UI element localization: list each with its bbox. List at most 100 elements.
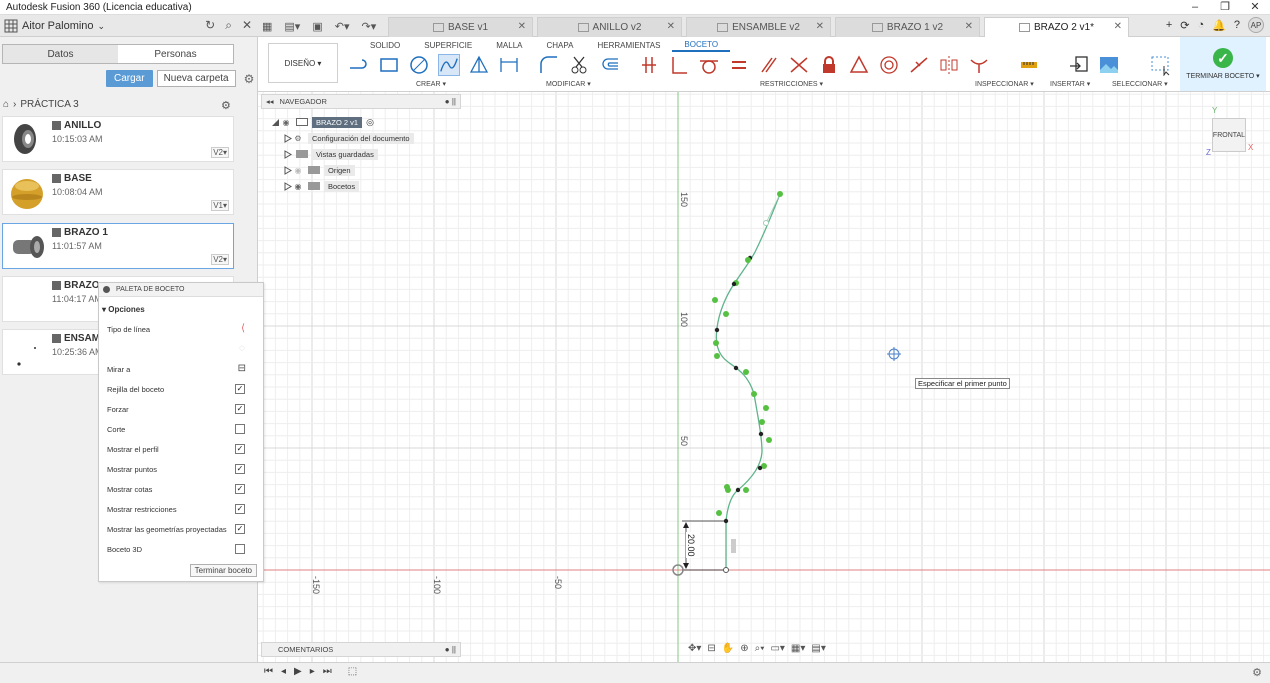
perpendicular-icon[interactable]	[668, 54, 690, 76]
look-at-icon[interactable]: ⊟	[238, 363, 246, 374]
dimension-tool-icon[interactable]	[498, 54, 520, 76]
file-icon[interactable]: ▤▾	[284, 20, 300, 33]
spline-point[interactable]	[716, 510, 722, 516]
redo-icon[interactable]: ↷▾	[361, 20, 376, 33]
equal-icon[interactable]	[728, 54, 750, 76]
search-icon[interactable]: ⌕	[225, 18, 232, 33]
spline-point[interactable]	[745, 257, 751, 263]
close-tab-icon[interactable]: ✕	[816, 21, 824, 32]
spline-point[interactable]	[758, 431, 764, 437]
radio-icon[interactable]: ◎	[366, 117, 374, 128]
spline-point[interactable]	[731, 281, 737, 287]
tree-node-origin[interactable]: ◉ Origen	[271, 162, 414, 178]
upload-button[interactable]: Cargar	[106, 70, 153, 87]
spline-point[interactable]	[723, 518, 729, 524]
spline-tool-icon[interactable]	[438, 54, 460, 76]
handle-point[interactable]	[763, 220, 769, 226]
spline-point[interactable]	[714, 327, 720, 333]
version-badge[interactable]: V2▾	[211, 147, 229, 158]
tab-herramientas[interactable]: HERRAMIENTAS	[585, 39, 672, 52]
pin-icon[interactable]: ● ||	[445, 97, 456, 106]
midpoint-icon[interactable]	[908, 54, 930, 76]
option-show-profile[interactable]: Mostrar el perfil ✓	[99, 439, 263, 459]
option-3d-sketch[interactable]: Boceto 3D	[99, 539, 263, 559]
step-forward-icon[interactable]: ▸	[310, 666, 315, 677]
checkbox-checked[interactable]: ✓	[235, 404, 245, 414]
tab-datos[interactable]: Datos	[3, 45, 118, 63]
eye-icon[interactable]: ◉	[292, 166, 304, 175]
sketch-feature-icon[interactable]: ⬚	[348, 666, 357, 677]
expand-arrow-icon[interactable]	[283, 165, 292, 175]
sketch-point[interactable]	[723, 567, 729, 573]
checkbox-unchecked[interactable]	[235, 424, 245, 434]
close-window-button[interactable]: ✕	[1240, 0, 1270, 14]
construction-line-icon[interactable]: ⟨	[241, 323, 245, 334]
workspace-switcher[interactable]: DISEÑO ▾	[268, 43, 338, 83]
coincident-icon[interactable]	[638, 54, 660, 76]
go-to-end-icon[interactable]: ⏭	[323, 666, 332, 677]
help-icon[interactable]: ?	[1234, 19, 1240, 31]
tab-chapa[interactable]: CHAPA	[534, 39, 585, 52]
apps-grid-icon[interactable]: ▦	[262, 20, 272, 33]
spline-point[interactable]	[735, 487, 741, 493]
option-linetype[interactable]: Tipo de línea ⟨	[99, 319, 263, 339]
lock-icon[interactable]	[818, 54, 840, 76]
file-item-brazo1[interactable]: BRAZO 1 11:01:57 AM V2▾	[2, 223, 234, 269]
go-to-start-icon[interactable]: ⏮	[264, 666, 273, 677]
clock-icon[interactable]: ◔	[1198, 19, 1205, 31]
version-badge[interactable]: V2▾	[211, 254, 229, 265]
option-snap[interactable]: Forzar ✓	[99, 399, 263, 419]
project-name[interactable]: PRÁCTICA 3	[20, 99, 78, 110]
viewports-icon[interactable]: ▤▾	[811, 643, 825, 654]
timeline-settings-icon[interactable]: ⚙	[1252, 666, 1262, 679]
spline-point[interactable]	[712, 297, 718, 303]
rectangle-tool-icon[interactable]	[378, 54, 400, 76]
checkbox-checked[interactable]: ✓	[235, 484, 245, 494]
project-settings-icon[interactable]: ⚙	[221, 99, 231, 112]
grid-settings-icon[interactable]: ▦▾	[791, 643, 805, 654]
checkbox-checked[interactable]: ✓	[235, 384, 245, 394]
file-item-base[interactable]: BASE 10:08:04 AM V1▾	[2, 169, 234, 215]
parallel-icon[interactable]	[758, 54, 780, 76]
tab-malla[interactable]: MALLA	[484, 39, 534, 52]
eye-icon[interactable]: ◉	[292, 182, 304, 191]
triangle-constraint-icon[interactable]	[848, 54, 870, 76]
close-tab-icon[interactable]: ✕	[518, 21, 526, 32]
spline-point[interactable]	[713, 340, 719, 346]
expand-arrow-icon[interactable]	[271, 118, 280, 127]
offset-tool-icon[interactable]	[598, 54, 620, 76]
spline-point[interactable]	[763, 405, 769, 411]
minimize-button[interactable]: –	[1180, 0, 1210, 14]
checkbox-checked[interactable]: ✓	[235, 504, 245, 514]
zoom-window-icon[interactable]: ⊕	[740, 643, 748, 654]
look-at-icon[interactable]: ⊟	[707, 643, 715, 654]
save-icon[interactable]: ▣	[312, 20, 322, 33]
finish-sketch-button[interactable]: ✓ TERMINAR BOCETO ▾	[1180, 37, 1266, 91]
eye-icon[interactable]: ◉	[280, 118, 292, 127]
close-panel-icon[interactable]: ✕	[242, 18, 252, 33]
expand-arrow-icon[interactable]	[283, 149, 292, 159]
centerline-icon[interactable]: ◌	[239, 343, 245, 354]
refresh-icon[interactable]: ↻	[205, 18, 215, 33]
pin-icon[interactable]: ● ||	[445, 645, 456, 654]
checkbox-checked[interactable]: ✓	[235, 524, 245, 534]
play-icon[interactable]: ▶	[294, 666, 302, 677]
new-tab-icon[interactable]: +	[1166, 19, 1172, 31]
tree-node-named-views[interactable]: Vistas guardadas	[271, 146, 414, 162]
avatar[interactable]: AP	[1248, 17, 1264, 33]
browser-header[interactable]: ◂◂ NAVEGADOR ● ||	[261, 94, 461, 109]
collapse-icon[interactable]	[103, 286, 110, 293]
tab-solido[interactable]: SOLIDO	[358, 39, 412, 52]
restore-button[interactable]: ❐	[1210, 0, 1240, 14]
doc-tab-base[interactable]: BASE v1 ✕	[388, 17, 533, 37]
option-show-projected[interactable]: Mostrar las geometrías proyectadas ✓	[99, 519, 263, 539]
spline-point[interactable]	[759, 419, 765, 425]
concentric-icon[interactable]	[878, 54, 900, 76]
spline-point[interactable]	[743, 369, 749, 375]
group-inspeccionar[interactable]: INSPECCIONAR ▾	[975, 80, 1034, 88]
option-show-points[interactable]: Mostrar puntos ✓	[99, 459, 263, 479]
dimension-value[interactable]: 20.00	[686, 534, 696, 557]
group-crear[interactable]: CREAR ▾	[416, 80, 446, 88]
group-modificar[interactable]: MODIFICAR ▾	[546, 80, 591, 88]
option-sketch-grid[interactable]: Rejilla del boceto ✓	[99, 379, 263, 399]
